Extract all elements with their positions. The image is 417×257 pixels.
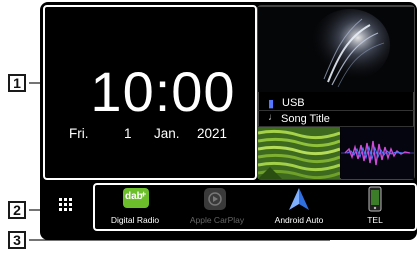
song-title-label: Song Title: [281, 113, 330, 125]
dab-plus-glyph: +: [141, 189, 147, 199]
app-shortcut-digital-radio[interactable]: dab + Digital Radio: [95, 185, 175, 229]
app-label-apple-carplay: Apple CarPlay: [189, 215, 245, 225]
audio-waveform-visual: [341, 127, 414, 179]
clock-year: 2021: [197, 126, 228, 141]
dab-icon: dab +: [123, 188, 149, 208]
media-divider: [258, 110, 414, 111]
clock-month: Jan.: [154, 126, 180, 141]
app-shortcut-apple-carplay[interactable]: Apple CarPlay: [175, 185, 259, 229]
clock-weekday: Fri.: [69, 126, 89, 141]
grid-icon: [59, 198, 72, 211]
app-shortcut-tel[interactable]: TEL: [339, 185, 415, 229]
app-shortcut-android-auto[interactable]: Android Auto: [259, 185, 339, 229]
app-label-digital-radio: Digital Radio: [110, 215, 160, 225]
app-label-tel: TEL: [367, 215, 383, 225]
carplay-icon: [204, 188, 226, 210]
callout-1: 1: [8, 74, 26, 92]
media-source-label: USB: [282, 97, 305, 109]
music-note-icon: ♩: [268, 112, 278, 123]
phone-icon: [368, 186, 382, 212]
app-grid-button[interactable]: [43, 180, 87, 228]
clock-time: 10:00: [90, 60, 236, 123]
callout-2: 2: [8, 201, 26, 219]
callout-3: 3: [8, 231, 26, 249]
album-art-image: [258, 7, 414, 92]
android-auto-icon: [289, 188, 309, 210]
head-unit-screen: 10:00 Fri. 1 Jan. 2021 ▮ USB ♩ Song Titl…: [40, 2, 417, 240]
clock-day: 1: [124, 126, 132, 141]
usb-source-icon: ▮: [268, 98, 275, 110]
video-thumbnail-image[interactable]: [258, 127, 340, 179]
